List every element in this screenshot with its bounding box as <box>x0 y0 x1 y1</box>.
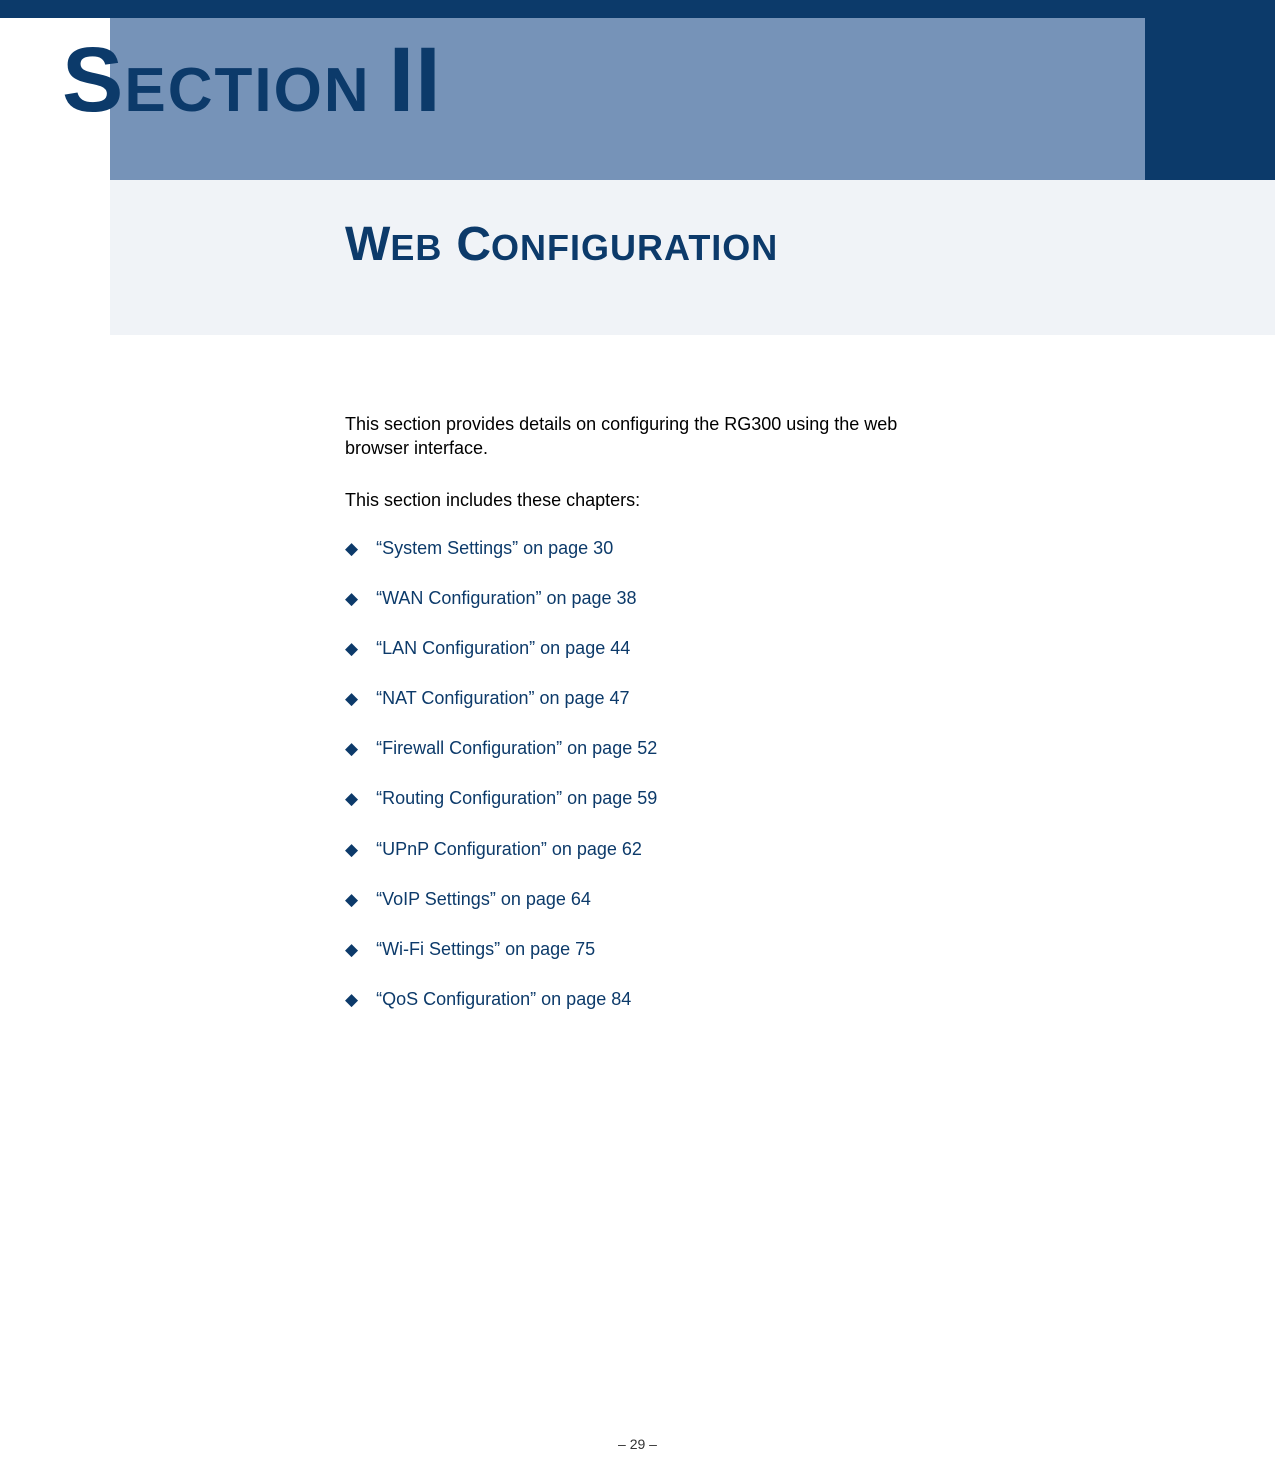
diamond-bullet-icon: ◆ <box>345 939 358 961</box>
chapter-link[interactable]: “Wi-Fi Settings” on page 75 <box>376 939 595 960</box>
chapter-link[interactable]: “WAN Configuration” on page 38 <box>376 588 636 609</box>
chapter-item: ◆ “Wi-Fi Settings” on page 75 <box>345 939 945 961</box>
sub-title-w2-initial: C <box>456 218 491 271</box>
chapter-link[interactable]: “UPnP Configuration” on page 62 <box>376 839 642 860</box>
intro-paragraph: This section provides details on configu… <box>345 412 905 461</box>
chapter-item: ◆ “NAT Configuration” on page 47 <box>345 688 945 710</box>
diamond-bullet-icon: ◆ <box>345 889 358 911</box>
chapter-link[interactable]: “System Settings” on page 30 <box>376 538 613 559</box>
top-right-decor <box>1145 0 1275 180</box>
includes-line: This section includes these chapters: <box>345 490 640 511</box>
sub-title-w1-rest: EB <box>390 227 442 268</box>
chapter-link[interactable]: “NAT Configuration” on page 47 <box>376 688 630 709</box>
chapter-item: ◆ “WAN Configuration” on page 38 <box>345 588 945 610</box>
diamond-bullet-icon: ◆ <box>345 788 358 810</box>
diamond-bullet-icon: ◆ <box>345 588 358 610</box>
chapter-link[interactable]: “VoIP Settings” on page 64 <box>376 889 591 910</box>
chapter-item: ◆ “QoS Configuration” on page 84 <box>345 989 945 1011</box>
diamond-bullet-icon: ◆ <box>345 688 358 710</box>
chapter-item: ◆ “System Settings” on page 30 <box>345 538 945 560</box>
diamond-bullet-icon: ◆ <box>345 738 358 760</box>
chapter-link[interactable]: “QoS Configuration” on page 84 <box>376 989 631 1010</box>
section-title-rest: ECTION <box>124 56 370 125</box>
page-number: – 29 – <box>618 1436 657 1452</box>
section-title-initial-s: S <box>62 29 124 131</box>
chapter-item: ◆ “Routing Configuration” on page 59 <box>345 788 945 810</box>
diamond-bullet-icon: ◆ <box>345 538 358 560</box>
chapter-link[interactable]: “LAN Configuration” on page 44 <box>376 638 630 659</box>
chapter-item: ◆ “UPnP Configuration” on page 62 <box>345 839 945 861</box>
diamond-bullet-icon: ◆ <box>345 839 358 861</box>
diamond-bullet-icon: ◆ <box>345 989 358 1011</box>
chapter-item: ◆ “LAN Configuration” on page 44 <box>345 638 945 660</box>
page-container: SECTION II WEB CONFIGURATION This section … <box>0 0 1275 1474</box>
page-footer: – 29 – <box>0 1436 1275 1452</box>
chapter-list: ◆ “System Settings” on page 30 ◆ “WAN Confi… <box>345 538 945 1039</box>
sub-title-w1-initial: W <box>345 218 390 271</box>
chapter-item: ◆ “VoIP Settings” on page 64 <box>345 889 945 911</box>
sub-title: WEB CONFIGURATION <box>345 217 778 272</box>
chapter-link[interactable]: “Firewall Configuration” on page 52 <box>376 738 657 759</box>
chapter-item: ◆ “Firewall Configuration” on page 52 <box>345 738 945 760</box>
section-title: SECTION II <box>62 28 442 133</box>
chapter-link[interactable]: “Routing Configuration” on page 59 <box>376 788 657 809</box>
section-number: II <box>389 29 442 131</box>
top-bar-decor <box>0 0 1145 18</box>
diamond-bullet-icon: ◆ <box>345 638 358 660</box>
sub-title-w2-rest: ONFIGURATION <box>491 227 778 268</box>
